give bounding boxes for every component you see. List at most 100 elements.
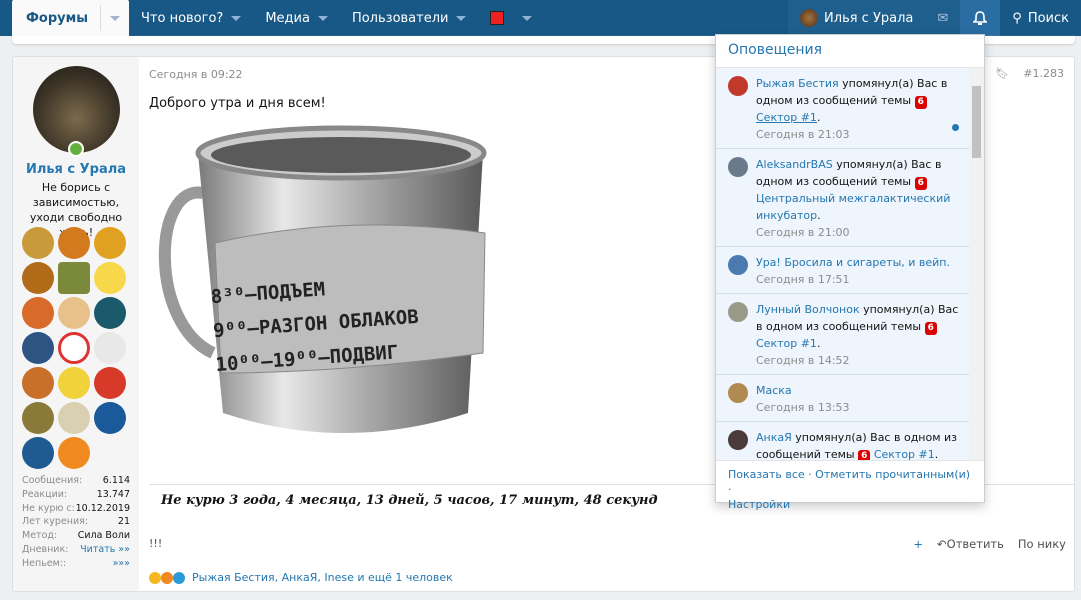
thread-link[interactable]: Сектор #1 — [756, 111, 817, 124]
alert-user[interactable]: Ура! Бросила и сигареты, и вейп. — [756, 256, 950, 269]
alert-item[interactable]: Лунный Волчонок упомянул(а) Вас в одном … — [716, 294, 971, 375]
laugh-emoji-icon — [149, 571, 161, 584]
tab-forums[interactable]: Форумы — [12, 0, 129, 36]
reply-button[interactable]: ↶Ответить — [937, 537, 1004, 551]
alert-user[interactable]: Лунный Волчонок — [756, 303, 860, 316]
badge-icon[interactable] — [22, 332, 54, 364]
badge-icon[interactable] — [58, 402, 90, 434]
alert-user[interactable]: AleksandrBAS — [756, 158, 833, 171]
avatar — [728, 255, 748, 275]
alert-user[interactable]: Рыжая Бестия — [756, 77, 839, 90]
online-status-icon — [68, 141, 84, 157]
hug-emoji-icon — [173, 571, 185, 584]
chevron-down-icon — [231, 15, 242, 21]
alert-item[interactable]: Маска Сегодня в 13:53 — [716, 375, 971, 422]
alert-item[interactable]: Рыжая Бестия упомянул(а) Вас в одном из … — [716, 68, 971, 149]
stat-value: 21 — [117, 516, 130, 528]
post-message: Доброго утра и дня всем! — [149, 96, 326, 111]
signature-extra: !!! — [149, 537, 163, 550]
alert-time: Сегодня в 14:52 — [756, 354, 850, 367]
alerts-title: Оповещения — [716, 35, 984, 68]
unread-dot-icon[interactable] — [952, 124, 959, 131]
alert-time: Сегодня в 21:03 — [756, 128, 850, 141]
alert-user[interactable]: Маска — [756, 384, 792, 397]
badge-icon[interactable] — [58, 297, 90, 329]
top-nav: Форумы Что нового? Медиа Пользователи Ил… — [0, 0, 1081, 36]
multiquote-button[interactable]: + — [913, 537, 923, 551]
nopyem-link[interactable]: »»» — [113, 557, 130, 571]
count-badge: 6 — [924, 322, 937, 335]
badge-icon[interactable] — [22, 367, 54, 399]
chevron-down-icon — [110, 15, 120, 21]
badge-icon[interactable] — [58, 262, 90, 294]
stat-value: 6.114 — [102, 475, 130, 486]
badge-icon[interactable] — [58, 437, 90, 469]
badge-icon[interactable] — [22, 297, 54, 329]
avatar — [728, 383, 748, 403]
post-date[interactable]: Сегодня в 09:22 — [149, 68, 243, 81]
avatar[interactable] — [33, 66, 120, 153]
avatar — [728, 430, 748, 450]
diary-link[interactable]: Читать »» — [80, 543, 130, 557]
thread-link[interactable]: Сектор #1 — [756, 337, 817, 350]
alert-user[interactable]: АнкаЯ — [756, 431, 792, 444]
signature: Не курю 3 года, 4 месяца, 13 дней, 5 час… — [161, 493, 658, 508]
envelope-icon: ✉ — [937, 10, 949, 26]
stat-value: 13.747 — [96, 488, 130, 500]
user-info: Илья с Урала Не борись с зависимостью, у… — [13, 57, 139, 591]
alert-item[interactable]: Ура! Бросила и сигареты, и вейп. Сегодня … — [716, 247, 971, 294]
tab-users[interactable]: Пользователи — [340, 0, 479, 36]
thread-link[interactable]: Центральный межгалактический инкубатор — [756, 192, 950, 222]
forums-dropdown[interactable] — [100, 5, 129, 31]
search-button[interactable]: ⚲ Поиск — [1000, 0, 1081, 36]
badge-icon[interactable] — [94, 297, 126, 329]
badge-icon[interactable] — [22, 227, 54, 259]
account-button[interactable]: Илья с Урала — [788, 0, 926, 36]
avatar — [728, 157, 748, 177]
badge-icon[interactable] — [22, 262, 54, 294]
alerts-list: Рыжая Бестия упомянул(а) Вас в одном из … — [716, 68, 971, 460]
mark-read-link[interactable]: Отметить прочитанным(и) — [815, 468, 970, 481]
count-badge: 6 — [858, 450, 871, 460]
reactions-bar[interactable]: Рыжая Бестия, АнкаЯ, Inese и ещё 1 челов… — [149, 571, 453, 584]
scrollbar-thumb[interactable] — [972, 86, 981, 158]
chevron-down-icon — [317, 15, 328, 21]
user-stats: Сообщения: 6.114 Реакции: 13.747 Не курю с… — [22, 474, 130, 571]
mug-image[interactable]: 8³⁰—ПОДЪЕМ 9⁰⁰—РАЗГОН ОБЛАКОВ 10⁰⁰—19⁰⁰—… — [153, 123, 498, 453]
alert-item[interactable]: АнкаЯ упомянул(а) Вас в одном из сообщен… — [716, 422, 971, 460]
badge-icon[interactable] — [22, 402, 54, 434]
badge-icon[interactable] — [94, 227, 126, 259]
scrollbar[interactable] — [969, 68, 984, 460]
badge-icon[interactable] — [22, 437, 54, 469]
count-badge: 6 — [914, 177, 927, 190]
badge-icon[interactable] — [94, 262, 126, 294]
tab-sos[interactable] — [478, 0, 544, 36]
by-nick-button[interactable]: По нику — [1018, 537, 1066, 551]
bookmark-icon[interactable]: 🔖︎ — [995, 67, 1009, 80]
show-all-link[interactable]: Показать все — [728, 468, 805, 481]
alerts-button[interactable] — [960, 0, 1001, 36]
alert-item[interactable]: AleksandrBAS упомянул(а) Вас в одном из … — [716, 149, 971, 247]
alert-time: Сегодня в 17:51 — [756, 273, 850, 286]
inbox-button[interactable]: ✉ — [925, 0, 961, 36]
alerts-footer: Показать все · Отметить прочитанным(и) ·… — [716, 460, 984, 511]
stat-label: Реакции: — [22, 488, 68, 500]
tab-whats-new[interactable]: Что нового? — [129, 0, 253, 36]
bell-icon — [973, 10, 988, 25]
badge-icon[interactable] — [94, 402, 126, 434]
badge-icon[interactable] — [94, 332, 126, 364]
post-number[interactable]: #1.283 — [1023, 67, 1064, 80]
badge-icon[interactable] — [58, 367, 90, 399]
alert-time: Сегодня в 13:53 — [756, 401, 850, 414]
post-actions: + ↶Ответить По нику — [913, 537, 1066, 551]
badge-icon[interactable] — [94, 367, 126, 399]
stat-value: 10.12.2019 — [75, 502, 130, 514]
settings-link[interactable]: Настройки — [728, 498, 790, 511]
thread-link[interactable]: Сектор #1 — [874, 448, 935, 460]
tab-media[interactable]: Медиа — [253, 0, 340, 36]
badge-icon[interactable] — [58, 332, 90, 364]
reactions-list[interactable]: Рыжая Бестия, АнкаЯ, Inese и ещё 1 челов… — [192, 571, 453, 584]
badge-icon[interactable] — [58, 227, 90, 259]
stat-label: Метод: — [22, 530, 58, 542]
username[interactable]: Илья с Урала — [13, 162, 139, 177]
